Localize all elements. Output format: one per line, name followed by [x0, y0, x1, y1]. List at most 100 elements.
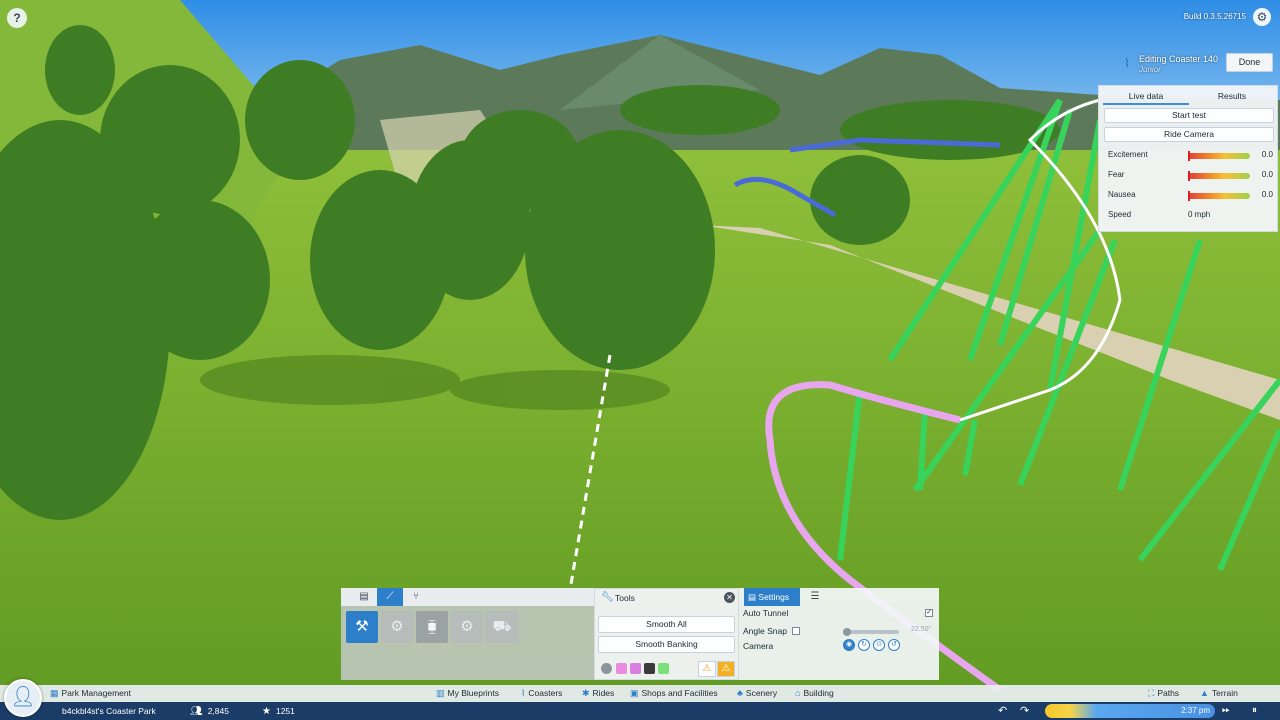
tools-panel: 🔧︎ Tools ✕ Smooth All Smooth Banking ⚠ ⚠	[594, 588, 739, 680]
warning-filled-icon[interactable]: ⚠	[717, 661, 735, 677]
park-name[interactable]: b4ckbl4st's Coaster Park	[62, 702, 156, 720]
guest-count[interactable]: 👥︎ 2,845	[190, 702, 229, 720]
angle-snap-value: 22.50°	[911, 626, 932, 633]
lift-piece-icon[interactable]: ⚙	[381, 611, 413, 643]
tab-live-data[interactable]: Live data	[1103, 88, 1189, 105]
stat-value: 0.0	[1261, 170, 1273, 179]
wrench-icon: 🔧︎	[601, 592, 614, 603]
terrain-icon: ▲	[1200, 688, 1209, 698]
stat-label: Speed	[1108, 210, 1132, 219]
coaster-subtitle: Junior	[1139, 65, 1161, 74]
brake-piece-icon[interactable]: ⧯	[416, 611, 448, 643]
straight-piece-icon[interactable]: ⚒	[346, 611, 378, 643]
main-toolbar: ▦ Park Management ▥ My Blueprints ⌇ Coaster…	[0, 685, 1280, 702]
camera-row: Camera ◉ ↻ ⊙ ↺	[743, 639, 935, 653]
close-icon[interactable]: ✕	[724, 592, 735, 603]
pause-icon[interactable]: ⏸︎	[1252, 702, 1257, 720]
auto-tunnel-label: Auto Tunnel	[743, 608, 789, 618]
stat-bar	[1188, 151, 1250, 161]
speed-value: 0 mph	[1188, 210, 1211, 219]
coaster-icon: ⌇	[1124, 56, 1130, 70]
stat-label: Excitement	[1108, 150, 1148, 159]
help-icon[interactable]: ?	[7, 8, 27, 28]
fast-forward-icon[interactable]: ⏩︎	[1222, 702, 1230, 720]
live-data-panel: Live data Results Start test Ride Camera…	[1098, 85, 1278, 232]
stat-excitement: Excitement 0.0	[1108, 150, 1273, 162]
angle-snap-row: Angle Snap 22.50°	[743, 626, 935, 638]
stat-nausea: Nausea 0.0	[1108, 190, 1273, 202]
track-piece-icon[interactable]: ⟋	[377, 588, 403, 606]
settings-panel: ▤ Settings ☰ Auto Tunnel ✓ Angle Snap 22…	[739, 588, 939, 680]
booster-piece-icon[interactable]: ⚙	[451, 611, 483, 643]
scenery-button[interactable]: ♣ Scenery	[737, 685, 777, 702]
smooth-all-button[interactable]: Smooth All	[598, 616, 735, 633]
stat-value: 0.0	[1261, 150, 1273, 159]
angle-snap-slider[interactable]	[843, 628, 899, 636]
stat-bar	[1188, 171, 1250, 181]
camera-reset-icon[interactable]: ↺	[888, 639, 900, 651]
color-swatch[interactable]	[644, 663, 655, 674]
stat-speed: Speed 0 mph	[1108, 210, 1273, 222]
stat-bar	[1188, 191, 1250, 201]
coaster-title: Editing Coaster 140	[1139, 54, 1219, 64]
angle-snap-label: Angle Snap	[743, 626, 787, 636]
stat-label: Fear	[1108, 170, 1125, 179]
stat-label: Nausea	[1108, 190, 1136, 199]
park-management-button[interactable]: ▦ Park Management	[50, 685, 131, 702]
tab-results[interactable]: Results	[1189, 88, 1275, 105]
park-management-icon: ▦	[50, 688, 59, 698]
rides-button[interactable]: ✱ Rides	[582, 685, 614, 702]
angle-snap-checkbox[interactable]	[792, 627, 800, 635]
settings-tabs: ▤ Settings ☰	[739, 588, 939, 606]
star-icon: ★	[262, 706, 271, 717]
tab-settings[interactable]: ▤ Settings	[744, 588, 800, 606]
redo-icon[interactable]: ↷	[1020, 702, 1029, 720]
avatar[interactable]: 👤︎	[4, 679, 42, 717]
track-tabs: ▤ ⟋ ⑂	[341, 588, 594, 606]
path-icon: ⛶	[1148, 688, 1155, 698]
building-button[interactable]: ⌂ Building	[795, 685, 834, 702]
blueprint-icon: ▥	[436, 688, 445, 698]
track-split-icon[interactable]: ⑂	[403, 588, 429, 606]
ride-camera-button[interactable]: Ride Camera	[1104, 127, 1274, 142]
gear-icon[interactable]: ⚙	[1253, 8, 1271, 26]
building-icon: ⌂	[795, 688, 801, 698]
settings-tab-label: Settings	[758, 592, 790, 602]
track-icon[interactable]: ▤	[351, 588, 377, 606]
color-swatch[interactable]	[658, 663, 669, 674]
guests-icon: 👥︎	[190, 706, 203, 717]
smooth-banking-button[interactable]: Smooth Banking	[598, 636, 735, 653]
camera-orbit-icon[interactable]: ↻	[858, 639, 870, 651]
scenery-icon: ♣	[737, 688, 743, 698]
ride-icon: ✱	[582, 688, 590, 698]
undo-icon[interactable]: ↶	[998, 702, 1007, 720]
park-rating[interactable]: ★ 1251	[262, 702, 295, 720]
color-swatch[interactable]	[630, 663, 641, 674]
station-piece-icon[interactable]: ⛟	[486, 611, 518, 643]
camera-track-icon[interactable]: ⊙	[873, 639, 885, 651]
auto-tunnel-checkbox[interactable]: ✓	[925, 609, 933, 617]
track-build-panel: ▤ ⟋ ⑂ ⚒ ⚙ ⧯ ⚙ ⛟	[341, 588, 594, 680]
start-test-button[interactable]: Start test	[1104, 108, 1274, 123]
game-time: 2:37 pm	[1181, 706, 1210, 715]
stat-fear: Fear 0.0	[1108, 170, 1273, 182]
done-button[interactable]: Done	[1226, 53, 1273, 72]
camera-label: Camera	[743, 641, 774, 651]
shop-icon: ▣	[630, 688, 639, 698]
track-color-row: ⚠ ⚠	[598, 661, 735, 677]
list-icon[interactable]: ☰	[805, 588, 825, 606]
tools-header: 🔧︎ Tools ✕	[595, 589, 738, 607]
shops-facilities-button[interactable]: ▣ Shops and Facilities	[630, 685, 718, 702]
paths-button[interactable]: ⛶ Paths	[1148, 685, 1179, 702]
tools-title: Tools	[615, 593, 635, 603]
warning-icon[interactable]: ⚠	[698, 661, 716, 677]
build-version: Build 0.3.5.26715	[1183, 12, 1246, 21]
live-data-tabs: Live data Results	[1103, 88, 1275, 105]
palette-icon[interactable]	[601, 663, 612, 674]
auto-tunnel-row: Auto Tunnel ✓	[743, 608, 935, 620]
camera-follow-icon[interactable]: ◉	[843, 639, 855, 651]
coasters-button[interactable]: ⌇ Coasters	[521, 685, 562, 702]
color-swatch[interactable]	[616, 663, 627, 674]
terrain-button[interactable]: ▲ Terrain	[1200, 685, 1238, 702]
my-blueprints-button[interactable]: ▥ My Blueprints	[436, 685, 499, 702]
